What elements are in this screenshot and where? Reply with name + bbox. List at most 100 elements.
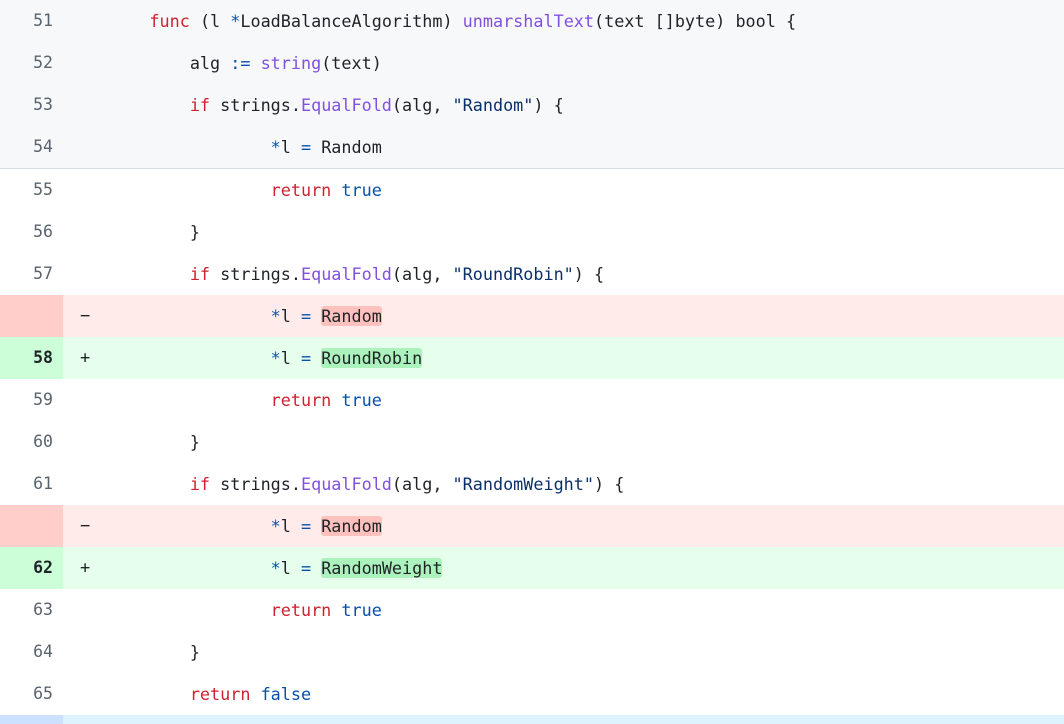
diff-marker <box>63 0 109 42</box>
diff-row[interactable]: 53 if strings.EqualFold(alg, "Random") { <box>0 84 1064 126</box>
diff-row[interactable]: 51 func (l *LoadBalanceAlgorithm) unmars… <box>0 0 1064 42</box>
line-number-gutter[interactable] <box>0 295 63 337</box>
diff-row[interactable]: − *l = Random <box>0 295 1064 337</box>
code-line[interactable]: *l = RandomWeight <box>109 547 1064 589</box>
line-number-gutter[interactable]: 57 <box>0 253 63 295</box>
code-token: ) { <box>594 474 625 494</box>
line-number-gutter[interactable]: 55 <box>0 168 63 211</box>
code-token: l <box>280 558 301 578</box>
word-diff-highlight: Random <box>321 516 382 536</box>
diff-row[interactable]: 52 alg := string(text) <box>0 42 1064 84</box>
line-number-gutter[interactable]: 54 <box>0 126 63 169</box>
line-number-gutter[interactable]: 52 <box>0 42 63 84</box>
diff-row[interactable]: 60 } <box>0 421 1064 463</box>
code-token: ) { <box>533 95 564 115</box>
code-token: EqualFold <box>300 474 392 494</box>
code-line[interactable]: if strings.EqualFold(alg, "RoundRobin") … <box>109 253 1064 295</box>
diff-row[interactable]: − *l = Random <box>0 505 1064 547</box>
line-number-gutter[interactable]: 60 <box>0 421 63 463</box>
code-line[interactable]: alg := string(text) <box>109 42 1064 84</box>
word-diff-highlight: Random <box>321 306 382 326</box>
code-line[interactable]: *l = Random <box>109 505 1064 547</box>
code-line[interactable] <box>109 715 1064 724</box>
code-token: * <box>270 558 281 578</box>
code-line[interactable]: *l = Random <box>109 126 1064 169</box>
code-line[interactable]: if strings.EqualFold(alg, "RandomWeight"… <box>109 463 1064 505</box>
word-diff-highlight: RoundRobin <box>321 348 423 368</box>
diff-row[interactable]: 57 if strings.EqualFold(alg, "RoundRobin… <box>0 253 1064 295</box>
line-number-gutter[interactable]: 62 <box>0 547 63 589</box>
line-number-gutter[interactable]: 61 <box>0 463 63 505</box>
code-line[interactable]: } <box>109 631 1064 673</box>
code-token: = <box>300 558 312 578</box>
code-token: if <box>189 95 211 115</box>
diff-row[interactable]: 62 + *l = RandomWeight <box>0 547 1064 589</box>
code-token: (alg, <box>391 264 453 284</box>
code-token: return <box>189 684 251 704</box>
diff-row[interactable]: 63 return true <box>0 589 1064 631</box>
diff-marker: + <box>63 337 109 379</box>
code-line[interactable]: *l = RoundRobin <box>109 337 1064 379</box>
code-line[interactable]: if strings.EqualFold(alg, "Random") { <box>109 84 1064 126</box>
line-number-gutter[interactable]: 65 <box>0 673 63 715</box>
code-line[interactable]: func (l *LoadBalanceAlgorithm) unmarshal… <box>109 0 1064 42</box>
code-token: strings. <box>210 95 301 115</box>
line-number-gutter[interactable] <box>0 505 63 547</box>
code-token: l <box>280 137 301 157</box>
diff-marker <box>63 673 109 715</box>
code-line[interactable]: return false <box>109 673 1064 715</box>
line-number-gutter[interactable]: 51 <box>0 0 63 42</box>
diff-marker <box>63 42 109 84</box>
diff-row[interactable]: 65 return false <box>0 673 1064 715</box>
code-token: * <box>270 306 281 326</box>
line-number-gutter[interactable]: 59 <box>0 379 63 421</box>
line-number-gutter[interactable]: 64 <box>0 631 63 673</box>
code-token: true <box>341 600 382 620</box>
diff-marker: − <box>63 505 109 547</box>
code-token: } <box>109 222 200 242</box>
code-token: if <box>189 264 211 284</box>
code-line[interactable]: return true <box>109 589 1064 631</box>
diff-marker <box>63 589 109 631</box>
line-number-gutter[interactable] <box>0 715 63 724</box>
line-number-gutter[interactable]: 58 <box>0 337 63 379</box>
diff-marker <box>63 211 109 253</box>
code-line[interactable]: return true <box>109 168 1064 211</box>
diff-marker: − <box>63 295 109 337</box>
diff-row[interactable]: 55 return true <box>0 168 1064 211</box>
code-token: (text []byte) bool { <box>594 11 797 31</box>
diff-row[interactable]: 64 } <box>0 631 1064 673</box>
code-line[interactable]: } <box>109 211 1064 253</box>
code-token: * <box>230 11 241 31</box>
code-token: "Random" <box>452 95 534 115</box>
diff-row[interactable] <box>0 715 1064 724</box>
diff-marker <box>63 631 109 673</box>
code-token: LoadBalanceAlgorithm) <box>240 11 463 31</box>
code-token: "RandomWeight" <box>452 474 594 494</box>
line-number-gutter[interactable]: 63 <box>0 589 63 631</box>
code-token: return <box>270 180 332 200</box>
diff-row[interactable]: 61 if strings.EqualFold(alg, "RandomWeig… <box>0 463 1064 505</box>
code-line[interactable]: return true <box>109 379 1064 421</box>
diff-row[interactable]: 59 return true <box>0 379 1064 421</box>
code-line[interactable]: } <box>109 421 1064 463</box>
line-number-gutter[interactable]: 56 <box>0 211 63 253</box>
code-token: } <box>109 432 200 452</box>
diff-row[interactable]: 58 + *l = RoundRobin <box>0 337 1064 379</box>
diff-row[interactable]: 56 } <box>0 211 1064 253</box>
line-number-gutter[interactable]: 53 <box>0 84 63 126</box>
code-token: EqualFold <box>300 95 392 115</box>
code-line[interactable]: *l = Random <box>109 295 1064 337</box>
diff-row[interactable]: 54 *l = Random <box>0 126 1064 169</box>
